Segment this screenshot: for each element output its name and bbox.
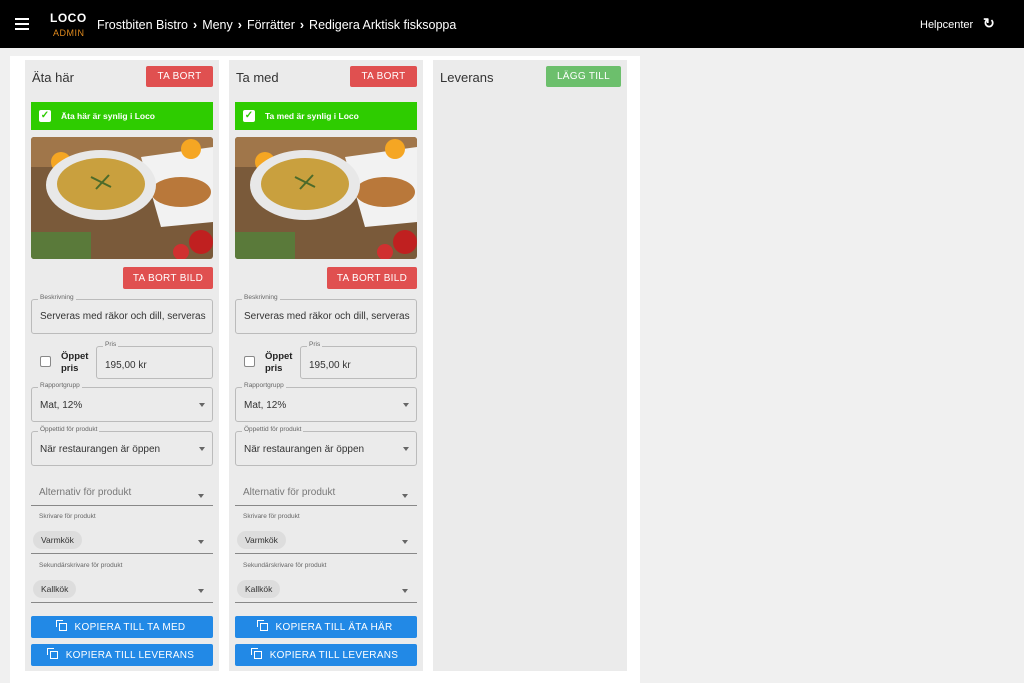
product-image	[31, 137, 213, 259]
breadcrumb-restaurant[interactable]: Frostbiten Bistro	[97, 18, 188, 32]
report-group-value: Mat, 12%	[40, 400, 83, 411]
second-printer-select[interactable]: Kallkök	[31, 575, 213, 603]
second-printer-label: Sekundärskrivare för produkt	[39, 562, 123, 569]
open-time-value: När restaurangen är öppen	[244, 444, 365, 455]
price-value: 195,00 kr	[105, 360, 147, 371]
hamburger-icon[interactable]	[15, 18, 29, 30]
remove-button[interactable]: TA BORT	[350, 66, 417, 87]
description-label: Beskrivning	[242, 294, 280, 301]
description-field[interactable]: Beskrivning Serveras med räkor och dill,…	[235, 294, 417, 334]
column-eat-here: Äta här TA BORT ✓ Äta här är synlig i Lo…	[25, 60, 219, 671]
dropdown-arrow-icon	[198, 589, 204, 593]
printer-label: Skrivare för produkt	[39, 513, 96, 520]
open-price-checkbox[interactable]	[244, 356, 255, 367]
logo-admin-label: ADMIN	[53, 28, 85, 38]
column-takeaway: Ta med TA BORT ✓ Ta med är synlig i Loco…	[229, 60, 423, 671]
price-field[interactable]: Pris 195,00 kr	[300, 341, 417, 379]
description-value: Serveras med räkor och dill, serveras	[244, 311, 410, 322]
open-time-select[interactable]: Öppettid för produkt När restaurangen är…	[235, 426, 417, 466]
copy-button-1-label: KOPIERA TILL TA MED	[74, 621, 186, 633]
open-time-label: Öppettid för produkt	[38, 426, 100, 433]
description-field[interactable]: Beskrivning Serveras med räkor och dill,…	[31, 294, 213, 334]
copy-button-2-label: KOPIERA TILL LEVERANS	[269, 649, 399, 661]
top-bar: LOCO ADMIN Frostbiten Bistro › Meny › Förrät…	[0, 0, 1024, 48]
printer-chip[interactable]: Varmkök	[33, 531, 82, 549]
second-printer-chip[interactable]: Kallkök	[33, 580, 77, 598]
dropdown-arrow-icon	[198, 540, 204, 544]
copy-button-1[interactable]: KOPIERA TILL TA MED	[31, 616, 213, 638]
dropdown-arrow-icon	[402, 589, 408, 593]
dropdown-arrow-icon	[403, 447, 409, 451]
chevron-right-icon: ›	[237, 18, 242, 32]
dropdown-arrow-icon	[402, 540, 408, 544]
dropdown-arrow-icon	[198, 494, 204, 498]
copy-button-1-label: KOPIERA TILL ÄTA HÄR	[275, 621, 393, 633]
copy-icon	[46, 648, 58, 659]
report-group-label: Rapportgrupp	[38, 382, 82, 389]
copy-button-2[interactable]: KOPIERA TILL LEVERANS	[31, 644, 213, 666]
column-title: Ta med	[236, 70, 279, 85]
visible-label: Äta här är synlig i Loco	[61, 111, 155, 121]
copy-button-1[interactable]: KOPIERA TILL ÄTA HÄR	[235, 616, 417, 638]
options-select[interactable]: Alternativ för produkt	[235, 484, 417, 506]
breadcrumb: Frostbiten Bistro › Meny › Förrätter › Rediger…	[97, 18, 456, 32]
dropdown-arrow-icon	[403, 403, 409, 407]
second-printer-label: Sekundärskrivare för produkt	[243, 562, 327, 569]
check-icon: ✓	[243, 110, 255, 122]
logo: LOCO	[50, 11, 87, 25]
price-field[interactable]: Pris 195,00 kr	[96, 341, 213, 379]
copy-icon	[55, 620, 67, 631]
price-label: Pris	[307, 341, 323, 348]
breadcrumb-current: Redigera Arktisk fisksoppa	[309, 18, 457, 32]
options-placeholder: Alternativ för produkt	[243, 487, 336, 498]
column-delivery: Leverans LÄGG TILL	[433, 60, 627, 671]
breadcrumb-category[interactable]: Förrätter	[247, 18, 295, 32]
open-price-label: Öppet pris	[265, 351, 293, 374]
copy-icon	[256, 620, 268, 631]
description-value: Serveras med räkor och dill, serveras	[40, 311, 206, 322]
report-group-value: Mat, 12%	[244, 400, 287, 411]
column-title: Leverans	[440, 70, 494, 85]
printer-select[interactable]: Varmkök	[31, 526, 213, 554]
open-time-value: När restaurangen är öppen	[40, 444, 161, 455]
options-placeholder: Alternativ för produkt	[39, 487, 132, 498]
printer-label: Skrivare för produkt	[243, 513, 300, 520]
product-image	[235, 137, 417, 259]
breadcrumb-menu[interactable]: Meny	[202, 18, 233, 32]
price-value: 195,00 kr	[309, 360, 351, 371]
copy-icon	[250, 648, 262, 659]
chevron-right-icon: ›	[299, 18, 305, 32]
dropdown-arrow-icon	[199, 447, 205, 451]
report-group-select[interactable]: Rapportgrupp Mat, 12%	[235, 382, 417, 422]
dropdown-arrow-icon	[402, 494, 408, 498]
column-title: Äta här	[32, 70, 74, 85]
options-select[interactable]: Alternativ för produkt	[31, 484, 213, 506]
printer-select[interactable]: Varmkök	[235, 526, 417, 554]
remove-button[interactable]: TA BORT	[146, 66, 213, 87]
printer-chip[interactable]: Varmkök	[237, 531, 286, 549]
second-printer-select[interactable]: Kallkök	[235, 575, 417, 603]
second-printer-chip[interactable]: Kallkök	[237, 580, 281, 598]
refresh-icon[interactable]: ↻	[983, 15, 995, 32]
remove-image-button[interactable]: TA BORT BILD	[123, 267, 213, 289]
description-label: Beskrivning	[38, 294, 76, 301]
open-time-label: Öppettid för produkt	[242, 426, 304, 433]
add-button[interactable]: LÄGG TILL	[546, 66, 621, 87]
visible-toggle[interactable]: ✓ Ta med är synlig i Loco	[235, 102, 417, 130]
dropdown-arrow-icon	[199, 403, 205, 407]
visible-toggle[interactable]: ✓ Äta här är synlig i Loco	[31, 102, 213, 130]
visible-label: Ta med är synlig i Loco	[265, 111, 359, 121]
price-label: Pris	[103, 341, 119, 348]
helpcenter-link[interactable]: Helpcenter	[920, 19, 973, 31]
open-time-select[interactable]: Öppettid för produkt När restaurangen är…	[31, 426, 213, 466]
remove-image-button[interactable]: TA BORT BILD	[327, 267, 417, 289]
report-group-label: Rapportgrupp	[242, 382, 286, 389]
check-icon: ✓	[39, 110, 51, 122]
open-price-label: Öppet pris	[61, 351, 89, 374]
copy-button-2-label: KOPIERA TILL LEVERANS	[65, 649, 195, 661]
chevron-right-icon: ›	[193, 18, 198, 32]
open-price-checkbox[interactable]	[40, 356, 51, 367]
copy-button-2[interactable]: KOPIERA TILL LEVERANS	[235, 644, 417, 666]
report-group-select[interactable]: Rapportgrupp Mat, 12%	[31, 382, 213, 422]
